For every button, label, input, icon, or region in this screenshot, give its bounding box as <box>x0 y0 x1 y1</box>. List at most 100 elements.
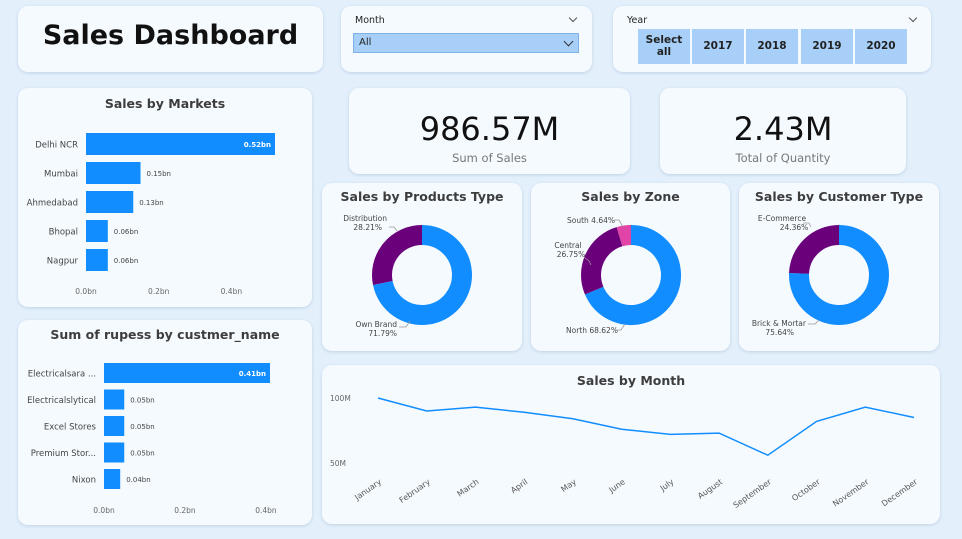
donut-slice <box>372 225 423 286</box>
kpi-label: Sum of Sales <box>452 151 527 165</box>
year-slicer: Year Select all 2017 2018 2019 2020 <box>613 6 931 72</box>
month-label: February <box>398 477 432 505</box>
slice-label: South 4.64% <box>567 216 615 225</box>
bar <box>104 442 125 463</box>
products-chart-card: Sales by Products Type Own Brand 71.79% Di… <box>322 183 522 351</box>
year-button-2017[interactable]: 2017 <box>692 29 744 64</box>
kpi-card-quantity: 2.43M Total of Quantity <box>660 88 906 174</box>
donut-slice <box>581 227 623 295</box>
category-label: Electricalsara ... <box>28 370 96 380</box>
markets-bar-chart: Delhi NCR 0.52bn Mumbai 0.15bn Ahmedabad 0.13… <box>27 133 275 296</box>
month-label: October <box>790 477 822 503</box>
month-label: May <box>559 477 578 494</box>
year-button-2018[interactable]: 2018 <box>746 29 798 64</box>
month-label: November <box>831 477 871 509</box>
category-label: Nagpur <box>47 257 79 267</box>
data-label: 0.05bn <box>130 450 154 458</box>
slice-label: Own Brand <box>355 320 397 329</box>
category-label: Premium Stor... <box>31 449 96 459</box>
kpi-value: 986.57M <box>419 110 560 148</box>
category-label: Bhopal <box>49 228 78 238</box>
category-label: Delhi NCR <box>35 141 78 151</box>
data-label: 0.15bn <box>147 170 171 178</box>
year-slicer-label: Year <box>627 15 648 26</box>
year-button-2020[interactable]: 2020 <box>855 29 907 64</box>
kpi-label: Total of Quantity <box>735 151 831 165</box>
kpi-value: 2.43M <box>733 110 833 148</box>
category-label: Ahmedabad <box>27 199 78 209</box>
chevron-down-icon <box>563 36 574 47</box>
slice-percent: 24.36% <box>780 223 809 232</box>
bar <box>86 162 141 184</box>
header-card: Sales Dashboard <box>18 6 323 72</box>
donut-slice <box>616 225 632 247</box>
chevron-down-icon[interactable] <box>568 13 578 23</box>
slice-percent: 26.75% <box>557 250 586 259</box>
year-button-select-all[interactable]: Select all <box>638 29 690 64</box>
bar <box>86 191 134 213</box>
slice-label: Distribution <box>343 214 387 223</box>
chevron-down-icon[interactable] <box>908 13 918 23</box>
category-label: Excel Stores <box>44 423 97 433</box>
bar <box>104 416 125 436</box>
data-label: 0.06bn <box>114 228 138 236</box>
tick-label: 0.4bn <box>255 506 277 515</box>
customers-chart-card: Sum of rupess by custmer_name Electrical… <box>18 320 312 525</box>
month-slicer: Month All <box>341 6 592 72</box>
customer-type-chart-card: Sales by Customer Type Brick & Mortar 75.… <box>739 183 939 351</box>
kpi-card-sales: 986.57M Sum of Sales <box>349 88 630 174</box>
bar <box>104 389 125 410</box>
slice-percent: 71.79% <box>368 329 397 338</box>
tick-label: 0.2bn <box>174 506 196 515</box>
category-label: Nixon <box>72 476 96 486</box>
data-label: 0.05bn <box>130 423 154 431</box>
donut-slice <box>789 225 840 275</box>
markets-chart-card: Sales by Markets Delhi NCR 0.52bn Mumbai 0.… <box>18 88 312 307</box>
zone-chart-card: Sales by Zone North 68.62% Central 26.75% S… <box>531 183 730 351</box>
tick-label: 100M <box>330 394 351 403</box>
month-line-chart: 100M 50M January February March April May June J… <box>330 394 920 510</box>
bar <box>104 469 121 489</box>
slice-label: Central <box>554 241 581 250</box>
leader-line <box>389 226 398 232</box>
page-title: Sales Dashboard <box>42 20 299 51</box>
month-label: June <box>607 477 627 495</box>
month-label: August <box>696 477 724 500</box>
month-dropdown[interactable]: All <box>353 33 579 53</box>
slice-label: E-Commerce <box>758 214 807 223</box>
data-label: 0.52bn <box>244 141 271 149</box>
tick-label: 0.4bn <box>221 287 243 296</box>
zone-donut-chart: North 68.62% Central26.75% South 4.64% <box>554 216 681 335</box>
series-line <box>377 397 915 457</box>
month-label: March <box>455 477 480 498</box>
slice-percent: 28.21% <box>353 223 382 232</box>
month-dropdown-value: All <box>359 37 372 48</box>
bar <box>86 220 108 242</box>
data-label: 0.04bn <box>126 476 150 484</box>
month-label: September <box>732 477 774 510</box>
products-donut-chart: Own Brand71.79% Distribution28.21% <box>343 214 472 338</box>
bar <box>86 249 108 271</box>
category-label: Mumbai <box>44 170 78 180</box>
data-label: 0.05bn <box>130 397 154 405</box>
month-label: December <box>880 477 920 509</box>
year-button-2019[interactable]: 2019 <box>801 29 853 64</box>
month-chart-card: Sales by Month 100M 50M January February Mar… <box>322 365 940 524</box>
tick-label: 0.0bn <box>75 287 97 296</box>
data-label: 0.13bn <box>139 199 163 207</box>
slice-label: Brick & Mortar <box>752 319 807 328</box>
tick-label: 50M <box>330 459 346 468</box>
tick-label: 0.2bn <box>148 287 170 296</box>
data-label: 0.06bn <box>114 257 138 265</box>
customer-type-donut-chart: Brick & Mortar75.64% E-Commerce24.36% <box>752 214 889 337</box>
category-label: Electricalslytical <box>27 396 96 406</box>
month-label: July <box>658 477 676 493</box>
slice-label: North 68.62% <box>566 326 618 335</box>
month-slicer-label: Month <box>355 15 385 26</box>
tick-label: 0.0bn <box>93 506 115 515</box>
customers-bar-chart: Electricalsara ... 0.41bn Electricalslytic… <box>27 363 277 515</box>
data-label: 0.41bn <box>239 370 266 378</box>
month-label: January <box>352 477 383 502</box>
leader-line <box>808 319 820 325</box>
month-label: April <box>509 477 529 495</box>
